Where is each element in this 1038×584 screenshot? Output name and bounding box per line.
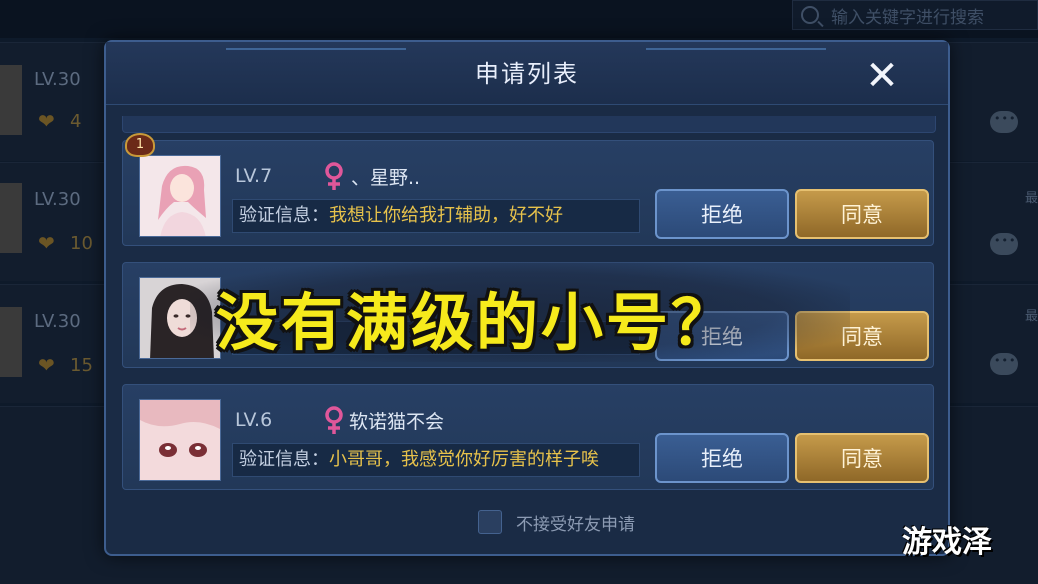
agree-button[interactable]: 同意 [795,433,929,483]
request-card: LV.6 软诺猫不会 验证信息：小哥哥，我感觉你好厉害的样子唉 拒绝 同意 [122,384,934,490]
agree-button[interactable]: 同意 [795,189,929,239]
friend-level: LV.30 [34,311,81,332]
request-card: 1 LV.7 、星野.. 验证信息：我想让你给我打辅助，好不好 拒绝 同意 [122,133,934,246]
intimacy-count: 15 [70,355,93,376]
request-nickname: 、星野.. [351,167,421,189]
verify-text: 我想让你给我打辅助，好不好 [329,205,563,226]
search-icon [801,6,819,24]
request-level: LV.6 [235,409,273,431]
request-nickname: 软诺猫不会 [349,411,445,433]
caption-headline: 没有满级的小号？ [216,286,737,359]
search-box[interactable]: 输入关键字进行搜索 [792,0,1038,30]
side-text: 最 [1025,309,1038,324]
rank-badge-icon: 1 [125,133,155,157]
verify-label: 验证信息： [239,449,329,470]
heart-icon: ❤ [38,353,55,377]
avatar [139,399,221,481]
watermark: 游戏泽 [902,525,992,560]
avatar [0,65,22,135]
previous-card-edge [122,116,936,133]
search-placeholder: 输入关键字进行搜索 [831,7,984,28]
intimacy-count: 10 [70,233,93,254]
chat-icon[interactable] [990,353,1018,375]
close-icon[interactable]: ✕ [862,56,902,96]
request-level: LV.7 [235,165,273,187]
side-text: 最 [1025,191,1038,206]
reject-requests-label: 不接受好友申请 [516,515,635,535]
reject-requests-checkbox[interactable] [478,510,502,534]
heart-icon: ❤ [38,231,55,255]
reject-button[interactable]: 拒绝 [655,433,789,483]
heart-icon: ❤ [38,109,55,133]
female-icon [325,162,343,190]
header-ornament [646,48,826,50]
dialog-header: 申请列表 ✕ [106,42,948,105]
intimacy-count: 4 [70,111,82,132]
avatar [0,183,22,253]
verify-message: 验证信息：我想让你给我打辅助，好不好 [232,199,640,233]
verify-text: 小哥哥，我感觉你好厉害的样子唉 [329,449,599,470]
avatar [139,155,221,237]
verify-message: 验证信息：小哥哥，我感觉你好厉害的样子唉 [232,443,640,477]
dialog-footer: 不接受好友申请 [106,504,948,544]
verify-label: 验证信息： [239,205,329,226]
avatar [0,307,22,377]
header-ornament [226,48,406,50]
friend-level: LV.30 [34,69,81,90]
dialog-title: 申请列表 [475,60,579,88]
female-icon [325,406,343,434]
friend-level: LV.30 [34,189,81,210]
chat-icon[interactable] [990,111,1018,133]
chat-icon[interactable] [990,233,1018,255]
reject-button[interactable]: 拒绝 [655,189,789,239]
